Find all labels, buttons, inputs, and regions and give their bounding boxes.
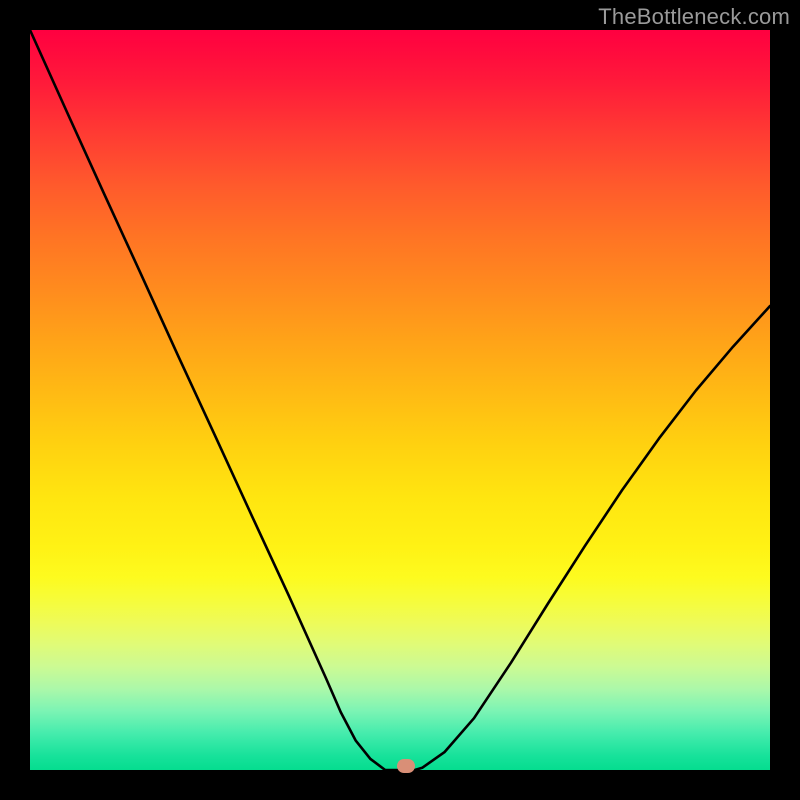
curve-path	[30, 30, 770, 770]
chart-frame: TheBottleneck.com	[0, 0, 800, 800]
plot-area	[30, 30, 770, 770]
minimum-marker	[397, 759, 415, 773]
watermark-text: TheBottleneck.com	[598, 4, 790, 30]
curve-svg	[30, 30, 770, 770]
